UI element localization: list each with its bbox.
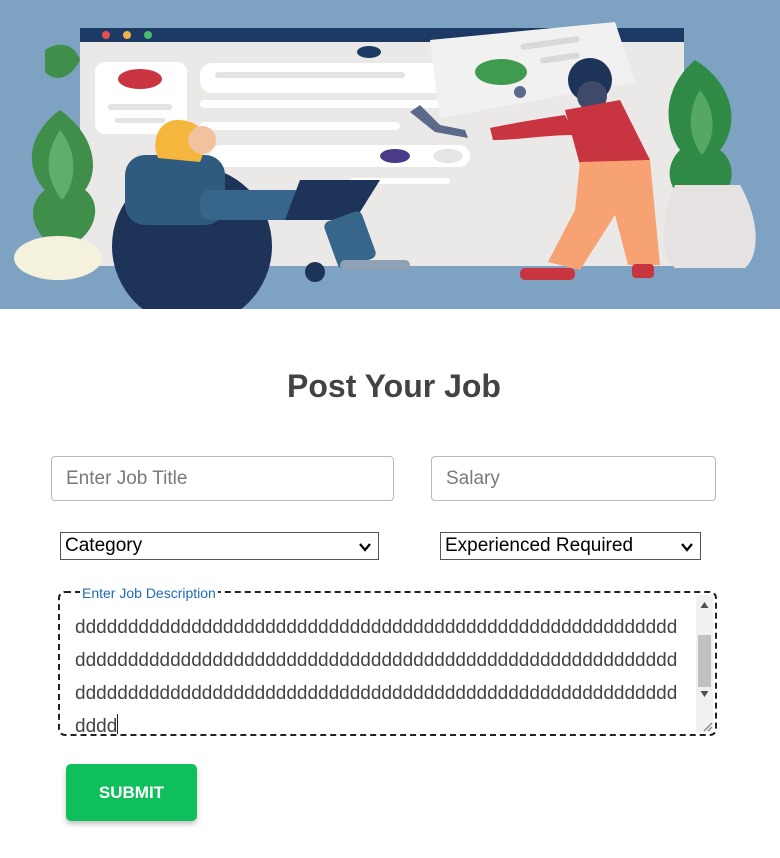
category-select[interactable]: Category (60, 532, 379, 560)
submit-button[interactable]: SUBMIT (66, 764, 197, 821)
page-title: Post Your Job (287, 368, 501, 404)
job-description-textarea[interactable]: dddddddddddddddddddddddddddddddddddddddd… (58, 591, 717, 736)
textarea-scrollbar[interactable] (696, 595, 713, 732)
text-caret (117, 714, 119, 734)
salary-input[interactable] (431, 456, 716, 501)
job-description-text: dddddddddddddddddddddddddddddddddddddddd… (75, 617, 678, 736)
chevron-down-icon (359, 543, 371, 552)
hero-illustration (0, 0, 780, 309)
scroll-down-arrow-icon[interactable] (700, 689, 709, 698)
experience-selected-value: Experienced Required (445, 535, 634, 556)
job-title-input[interactable] (51, 456, 394, 501)
scroll-up-arrow-icon[interactable] (700, 601, 709, 610)
scrollbar-thumb[interactable] (698, 635, 711, 687)
job-description-label: Enter Job Description (80, 584, 218, 602)
experience-select[interactable]: Experienced Required (440, 532, 701, 560)
category-selected-value: Category (65, 535, 143, 556)
chevron-down-icon (681, 543, 693, 552)
resize-grip-icon[interactable] (701, 720, 713, 732)
